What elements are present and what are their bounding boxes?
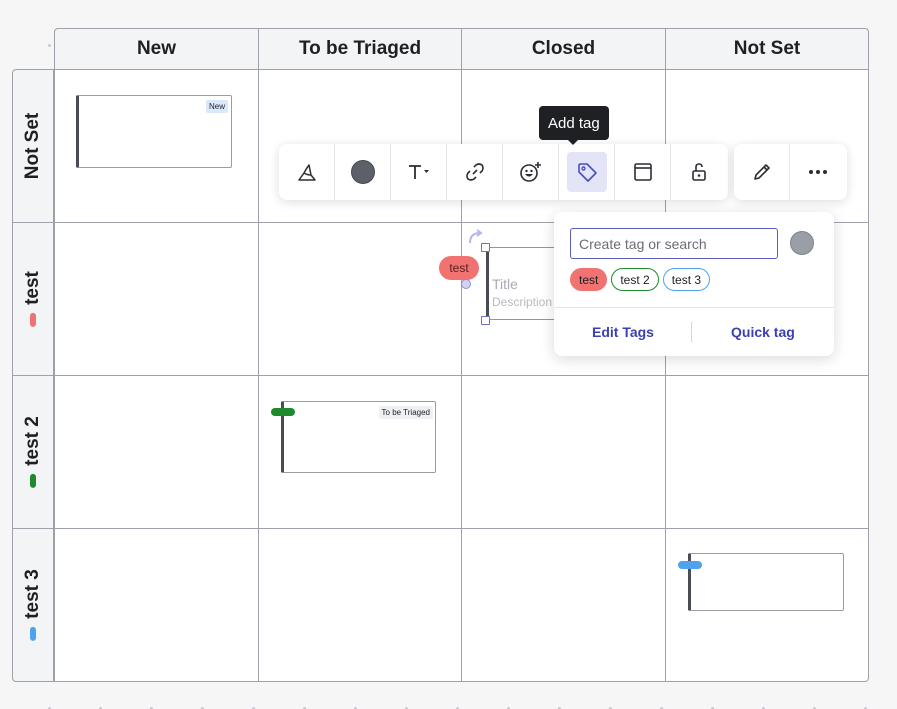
column-label: To be Triaged	[298, 38, 422, 59]
status-chip: To be Triaged	[378, 406, 433, 419]
tag-popover: test test 2 test 3 Edit Tags Quick tag	[554, 212, 834, 356]
grid-cell[interactable]	[461, 528, 666, 682]
link-icon	[465, 163, 484, 181]
card-toolbar-extra	[734, 144, 847, 200]
frame-icon	[633, 163, 652, 181]
quick-tag-button[interactable]: Quick tag	[731, 324, 795, 340]
card-title: Title	[492, 276, 518, 292]
grid-cell[interactable]	[54, 222, 259, 376]
emoji-icon	[519, 162, 541, 182]
tag-color-swatch	[30, 626, 36, 641]
column-label: Closed	[531, 38, 596, 59]
divider	[554, 307, 834, 308]
row-header-test-2[interactable]: test 2	[12, 375, 54, 529]
tag-icon	[577, 163, 597, 182]
row-label: Not Set	[22, 112, 43, 180]
text-icon	[408, 165, 429, 179]
row-label: test 3	[22, 569, 43, 619]
grid-cell[interactable]	[54, 375, 259, 529]
card[interactable]: New	[76, 95, 232, 168]
tooltip-arrow	[567, 139, 579, 145]
unlock-icon	[692, 163, 706, 181]
card-tag-indicator[interactable]	[271, 408, 295, 416]
row-label: test 2	[22, 416, 43, 466]
tag-option[interactable]: test 2	[611, 268, 659, 291]
card-tag[interactable]: test	[439, 256, 479, 280]
add-tag-button[interactable]	[559, 144, 615, 200]
text-style-button[interactable]	[391, 144, 447, 200]
card-description: Description	[492, 295, 553, 309]
column-header-new[interactable]: New	[54, 28, 259, 70]
grid-cell[interactable]	[461, 375, 666, 529]
column-label: Not Set	[733, 38, 801, 59]
row-header-test[interactable]: test	[12, 222, 54, 376]
shape-button[interactable]	[279, 144, 335, 200]
tag-color-swatch	[30, 473, 36, 488]
tag-color-swatch	[30, 312, 36, 327]
edit-button[interactable]	[734, 144, 790, 200]
tag-list: test test 2 test 3	[570, 268, 711, 291]
card[interactable]	[688, 553, 844, 611]
more-button[interactable]	[790, 144, 846, 200]
color-button[interactable]	[335, 144, 391, 200]
grid-cell[interactable]	[54, 528, 259, 682]
tooltip: Add tag	[539, 106, 609, 140]
color-icon	[350, 160, 375, 184]
tag-color-picker[interactable]	[790, 231, 814, 255]
column-header-to-be-triaged[interactable]: To be Triaged	[258, 28, 462, 70]
grid-cell[interactable]	[258, 222, 462, 376]
connector-handle[interactable]	[461, 279, 471, 289]
card-tag-indicator[interactable]	[678, 561, 702, 569]
column-header-closed[interactable]: Closed	[461, 28, 666, 70]
grid-cell[interactable]	[665, 375, 869, 529]
lock-button[interactable]	[671, 144, 727, 200]
column-header-not-set[interactable]: Not Set	[665, 28, 869, 70]
tag-search-input[interactable]	[570, 228, 778, 259]
card-toolbar	[279, 144, 728, 200]
card[interactable]: To be Triaged	[281, 401, 436, 473]
column-label: New	[136, 38, 177, 59]
edit-tags-button[interactable]: Edit Tags	[592, 324, 654, 340]
rotate-icon[interactable]	[466, 229, 486, 247]
status-chip: New	[205, 100, 228, 113]
frame-button[interactable]	[615, 144, 671, 200]
tag-option[interactable]: test	[570, 268, 608, 291]
more-icon	[809, 170, 827, 174]
grid-cell[interactable]	[258, 528, 462, 682]
tag-option[interactable]: test 3	[662, 268, 711, 291]
link-button[interactable]	[447, 144, 503, 200]
shape-icon	[297, 164, 316, 181]
row-header-not-set[interactable]: Not Set	[12, 69, 54, 223]
pencil-icon	[753, 164, 770, 180]
divider	[691, 322, 692, 342]
emoji-button[interactable]	[503, 144, 559, 200]
row-label: test	[22, 271, 43, 305]
resize-handle[interactable]	[481, 316, 490, 325]
kanban-board: New To be Triaged Closed Not Set Not Set…	[0, 0, 897, 709]
row-header-test-3[interactable]: test 3	[12, 528, 54, 682]
